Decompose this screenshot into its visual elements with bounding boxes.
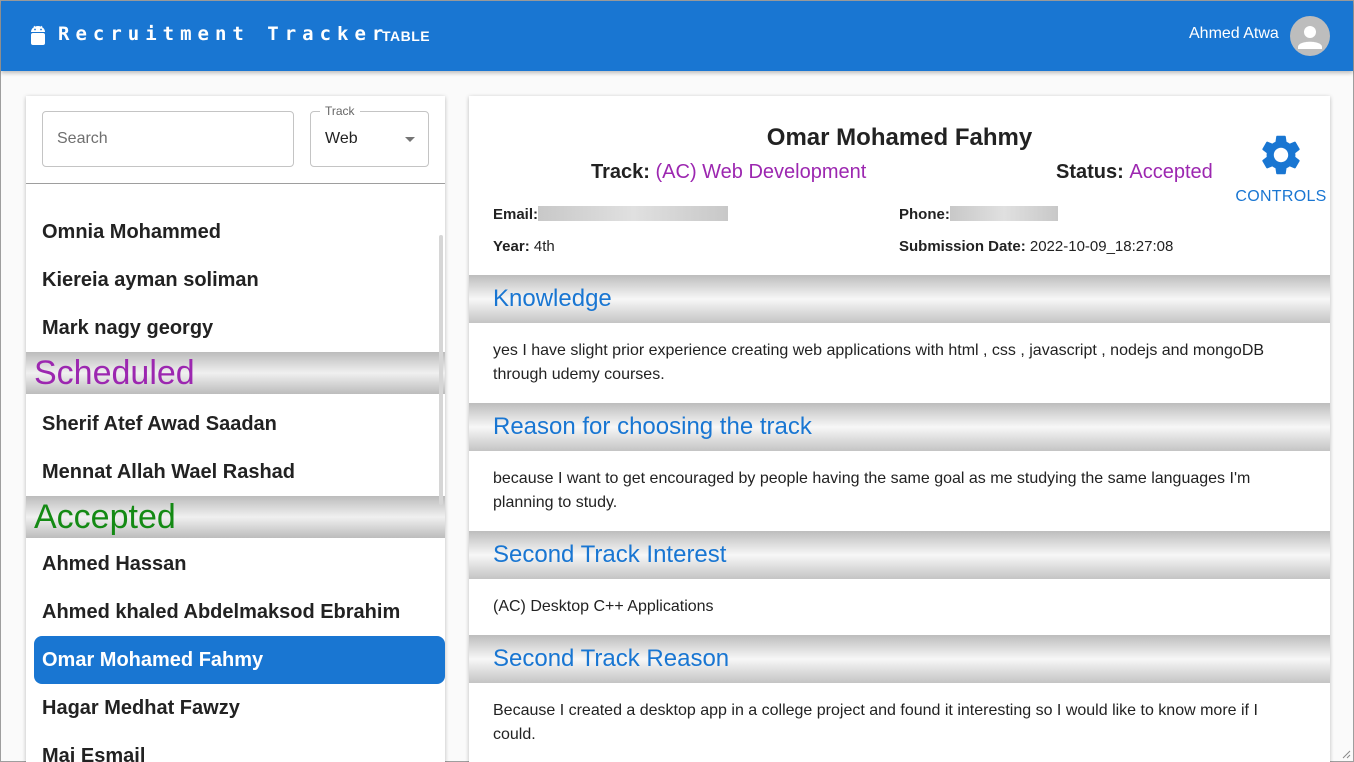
list-item[interactable]: Mark nagy georgy xyxy=(26,304,445,352)
phone-redacted xyxy=(949,206,1058,221)
list-item[interactable]: Omnia Mohammed xyxy=(26,208,445,256)
track-select-value: Web xyxy=(325,130,358,147)
section-second-reason: Second Track Reason Because I created a … xyxy=(469,635,1330,747)
track-value: (AC) Web Development xyxy=(655,161,867,183)
track-select[interactable]: Track Web xyxy=(310,104,429,167)
section-second-interest: Second Track Interest (AC) Desktop C++ A… xyxy=(469,531,1330,619)
status-label: Status: xyxy=(1056,161,1124,183)
year-info: Year: 4th xyxy=(493,238,555,255)
controls-button[interactable]: CONTROLS xyxy=(1235,128,1327,208)
list-item[interactable]: Mai Esmail xyxy=(26,732,445,762)
list-item[interactable]: Kiereia ayman soliman xyxy=(26,256,445,304)
group-header-scheduled: Scheduled xyxy=(26,352,445,394)
person-icon xyxy=(1298,26,1322,49)
section-title: Second Track Reason xyxy=(469,635,1330,683)
list-item-selected[interactable]: Omar Mohamed Fahmy xyxy=(34,636,445,684)
email-redacted xyxy=(538,206,729,221)
submission-value: 2022-10-09_18:27:08 xyxy=(1029,238,1174,255)
list-item[interactable]: Mennat Allah Wael Rashad xyxy=(26,448,445,496)
candidate-list: Omnia Mohammed Kiereia ayman soliman Mar… xyxy=(26,208,445,762)
phone-info: Phone: xyxy=(899,206,1058,223)
user-avatar[interactable] xyxy=(1290,16,1330,56)
user-name: Ahmed Atwa xyxy=(1189,25,1279,42)
resize-handle-icon[interactable] xyxy=(1341,749,1351,759)
section-body: Because I created a desktop app in a col… xyxy=(493,702,1258,743)
list-item[interactable]: Ahmed Hassan xyxy=(26,540,445,588)
section-title: Second Track Interest xyxy=(469,531,1330,579)
section-title: Knowledge xyxy=(469,275,1330,323)
search-input[interactable] xyxy=(43,112,293,166)
status-value: Accepted xyxy=(1129,161,1213,183)
submission-info: Submission Date: 2022-10-09_18:27:08 xyxy=(899,238,1173,255)
controls-label: CONTROLS xyxy=(1235,188,1327,205)
email-info: Email: xyxy=(493,206,729,223)
chevron-down-icon xyxy=(405,137,415,142)
section-body: (AC) Desktop C++ Applications xyxy=(493,598,714,615)
year-value: 4th xyxy=(533,238,555,255)
group-header-accepted: Accepted xyxy=(26,496,445,538)
track-label: Track: xyxy=(591,161,650,183)
android-logo-icon xyxy=(31,25,45,45)
table-nav-button[interactable]: TABLE xyxy=(382,28,430,44)
candidate-status: Status: Accepted xyxy=(1056,161,1213,184)
divider xyxy=(26,183,445,184)
section-title: Reason for choosing the track xyxy=(469,403,1330,451)
list-item[interactable]: Hagar Medhat Fawzy xyxy=(26,684,445,732)
year-label: Year: xyxy=(493,238,530,255)
app-title: Recruitment Tracker xyxy=(58,23,390,45)
list-scrollbar[interactable] xyxy=(439,235,443,505)
list-item[interactable]: Sherif Atef Awad Saadan xyxy=(26,400,445,448)
candidate-list-panel: Track Web Omnia Mohammed Kiereia ayman s… xyxy=(26,96,445,762)
app-bar: Recruitment Tracker TABLE Ahmed Atwa xyxy=(1,1,1353,71)
track-select-label: Track xyxy=(320,104,360,118)
gear-icon xyxy=(1262,135,1300,175)
candidate-name: Omar Mohamed Fahmy xyxy=(766,124,1033,151)
submission-label: Submission Date: xyxy=(899,238,1026,255)
search-field[interactable] xyxy=(42,111,294,167)
candidate-track: Track: (AC) Web Development xyxy=(591,161,866,184)
section-knowledge: Knowledge yes I have slight prior experi… xyxy=(469,275,1330,387)
section-reason: Reason for choosing the track because I … xyxy=(469,403,1330,515)
section-body: yes I have slight prior experience creat… xyxy=(493,342,1265,383)
candidate-detail-panel: Omar Mohamed Fahmy Track: (AC) Web Devel… xyxy=(469,96,1330,762)
email-label: Email: xyxy=(493,206,539,223)
phone-label: Phone: xyxy=(899,206,950,223)
section-body: because I want to get encouraged by peop… xyxy=(493,470,1251,511)
list-item[interactable]: Ahmed khaled Abdelmaksod Ebrahim xyxy=(26,588,445,636)
